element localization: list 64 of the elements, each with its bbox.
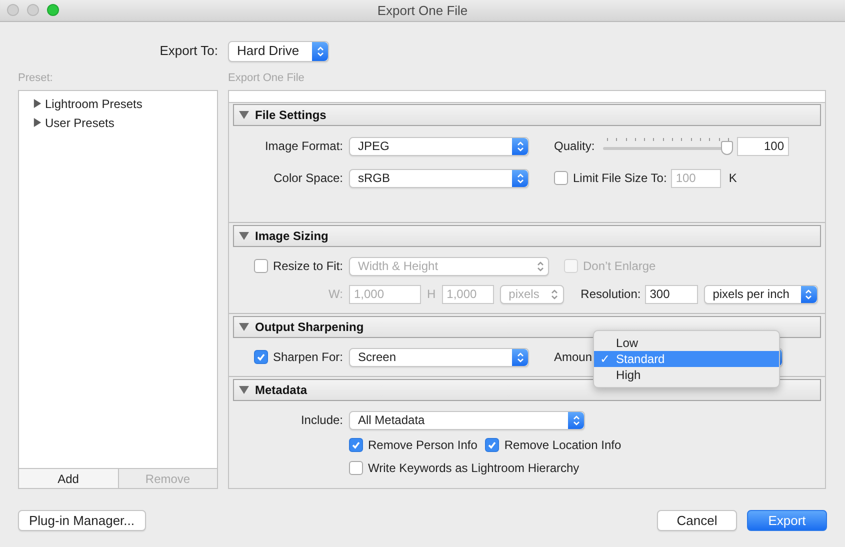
- stepper-icon: [551, 288, 558, 300]
- section-title: File Settings: [255, 107, 326, 124]
- color-space-select[interactable]: sRGB: [349, 168, 529, 188]
- field-label: Color Space:: [274, 170, 343, 187]
- tree-item[interactable]: Lightroom Presets: [33, 94, 217, 113]
- checkmark-icon: [256, 352, 266, 362]
- collapse-triangle-icon[interactable]: [239, 385, 249, 395]
- checkbox[interactable]: [554, 171, 568, 185]
- expand-triangle-icon[interactable]: [33, 99, 42, 108]
- field-label: H: [427, 286, 436, 303]
- stepper-icon: [516, 140, 524, 152]
- stepper-icon: [536, 260, 544, 272]
- add-button[interactable]: Add: [19, 469, 118, 488]
- zoom-button[interactable]: [47, 4, 59, 16]
- stepper-icon: [516, 352, 524, 362]
- section-title: Metadata: [255, 382, 308, 399]
- field-label: Don’t Enlarge: [583, 258, 656, 275]
- field-label: Resize to Fit:: [272, 258, 343, 275]
- stepper-icon: [572, 414, 580, 426]
- slider-thumb[interactable]: [721, 141, 733, 155]
- panel-label: Preset:: [18, 71, 54, 86]
- field-label: Remove Location Info: [504, 437, 622, 454]
- field-label: Quality:: [554, 138, 596, 155]
- collapse-triangle-icon[interactable]: [239, 322, 249, 332]
- unit-label: K: [728, 170, 737, 187]
- stepper-icon: [805, 288, 812, 300]
- quality-field[interactable]: 100: [737, 136, 789, 156]
- resolution-field[interactable]: 300: [644, 284, 698, 304]
- plugin-manager-button[interactable]: Plug-in Manager...: [18, 510, 146, 531]
- stepper-icon: [316, 46, 324, 56]
- field-label: Sharpen For:: [272, 349, 343, 366]
- section-header[interactable]: File Settings: [233, 104, 821, 126]
- collapse-triangle-icon[interactable]: [239, 110, 249, 120]
- field-label: W:: [328, 286, 343, 303]
- tree-item[interactable]: User Presets: [33, 113, 217, 132]
- field-label: Resolution:: [580, 286, 641, 303]
- quality-slider[interactable]: [603, 136, 733, 156]
- section-title: Output Sharpening: [255, 319, 364, 336]
- checkbox[interactable]: [349, 438, 363, 452]
- checkbox[interactable]: [254, 350, 268, 364]
- resolution-unit-select[interactable]: pixels per inch: [704, 284, 818, 304]
- checkmark-icon: [487, 440, 498, 450]
- collapse-triangle-icon[interactable]: [239, 231, 249, 241]
- format-select[interactable]: JPEG: [349, 136, 529, 156]
- export-to-select[interactable]: Hard Drive: [228, 40, 329, 62]
- field-label: Amoun: [554, 349, 592, 366]
- checkbox[interactable]: [485, 438, 500, 452]
- expand-triangle-icon[interactable]: [33, 118, 42, 127]
- panel-label: Export One File: [228, 71, 306, 86]
- checkbox[interactable]: [349, 461, 363, 475]
- stepper-icon: [516, 172, 524, 184]
- section-title: Image Sizing: [255, 228, 328, 245]
- cancel-button[interactable]: Cancel: [657, 510, 737, 531]
- include-select[interactable]: All Metadata: [349, 410, 585, 430]
- field-label: Include:: [300, 412, 343, 429]
- field-label: Export To:: [160, 42, 218, 60]
- field-label: Write Keywords as Lightroom Hierarchy: [368, 460, 580, 477]
- section-header[interactable]: Image Sizing: [233, 225, 821, 247]
- checkmark-icon: [351, 440, 361, 450]
- window-title: Export One File: [377, 2, 468, 20]
- field-label: Limit File Size To:: [573, 170, 667, 187]
- sharpen-select[interactable]: Screen: [349, 348, 529, 366]
- field-label: Image Format:: [264, 138, 343, 155]
- field-label: Remove Person Info: [368, 437, 478, 454]
